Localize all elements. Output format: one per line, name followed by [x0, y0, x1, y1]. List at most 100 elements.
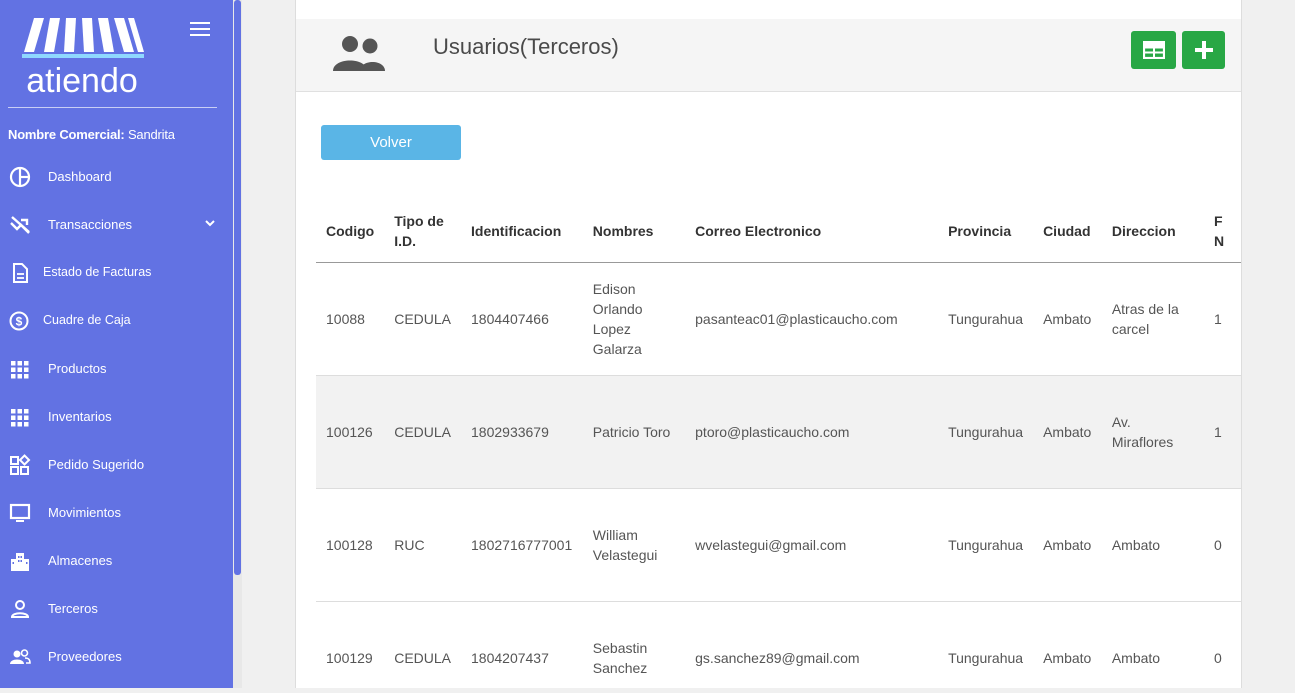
grid-icon	[11, 361, 29, 379]
people-icon	[10, 649, 31, 664]
cell-direccion: Ambato	[1101, 488, 1204, 602]
svg-text:$: $	[16, 315, 23, 329]
cell-nombres: Patricio Toro	[582, 375, 686, 489]
cell-ciudad: Ambato	[1033, 488, 1102, 602]
sidebar-item-label: Inventarios	[48, 409, 112, 424]
col-header[interactable]: Nombres	[582, 200, 686, 263]
sidebar-item-productos[interactable]: Productos	[0, 344, 233, 392]
cell-nombres: Sebastin Sanchez	[582, 601, 686, 688]
cell-extra: 1	[1203, 262, 1241, 376]
table-row[interactable]: 10088 CEDULA 1804407466 Edison Orlando L…	[316, 262, 1241, 376]
cell-provincia: Tungurahua	[938, 375, 1034, 489]
col-header[interactable]: Direccion	[1101, 200, 1204, 263]
sidebar-item-label: Cuadre de Caja	[43, 313, 131, 327]
cell-nombres: Edison Orlando Lopez Galarza	[582, 262, 686, 376]
document-icon	[13, 263, 28, 283]
col-header[interactable]: Tipo de I.D.	[384, 200, 462, 263]
sidebar-divider	[8, 107, 217, 108]
cell-tipo: CEDULA	[384, 601, 462, 688]
sidebar-item-terceros[interactable]: Terceros	[0, 584, 233, 632]
cell-extra: 1	[1203, 375, 1241, 489]
cell-direccion: Av. Miraflores	[1101, 375, 1204, 489]
col-header[interactable]: Provincia	[938, 200, 1034, 263]
sidebar: atiendo Nombre Comercial: Sandrita Dashb…	[0, 0, 242, 688]
hamburger-icon	[190, 22, 210, 24]
widgets-icon	[10, 454, 31, 475]
col-header[interactable]: Codigo	[316, 200, 385, 263]
sidebar-menu: Dashboard Transacciones Estado de Factur…	[0, 152, 233, 680]
cell-correo: wvelastegui@gmail.com	[685, 488, 939, 602]
dashboard-icon	[9, 166, 31, 188]
menu-toggle-button[interactable]	[190, 22, 210, 38]
cell-provincia: Tungurahua	[938, 262, 1034, 376]
cell-identificacion: 1804407466	[461, 262, 583, 376]
cell-correo: ptoro@plasticaucho.com	[685, 375, 939, 489]
dollar-icon: $	[9, 311, 29, 331]
table-row[interactable]: 100126 CEDULA 1802933679 Patricio Toro p…	[316, 375, 1241, 489]
sidebar-item-estado-facturas[interactable]: Estado de Facturas	[0, 248, 233, 296]
sidebar-item-inventarios[interactable]: Inventarios	[0, 392, 233, 440]
sidebar-item-transacciones[interactable]: Transacciones	[0, 200, 233, 248]
export-table-button[interactable]	[1131, 31, 1176, 69]
cell-direccion: Atras de la carcel	[1101, 262, 1204, 376]
col-header[interactable]: Correo Electronico	[685, 200, 939, 263]
cell-direccion: Ambato	[1101, 601, 1204, 688]
building-icon	[11, 553, 29, 571]
cell-identificacion: 1804207437	[461, 601, 583, 688]
sidebar-item-proveedores[interactable]: Proveedores	[0, 632, 233, 680]
cell-provincia: Tungurahua	[938, 488, 1034, 602]
table-icon	[1142, 41, 1165, 59]
card-header: Usuarios(Terceros)	[296, 19, 1241, 92]
table-row[interactable]: 100128 RUC 1802716777001 William Velaste…	[316, 488, 1241, 602]
cell-ciudad: Ambato	[1033, 262, 1102, 376]
page-title: Usuarios(Terceros)	[433, 34, 619, 59]
person-icon	[10, 600, 30, 618]
sidebar-item-label: Dashboard	[48, 169, 112, 184]
grid-icon	[11, 409, 29, 427]
cell-codigo: 100126	[316, 375, 385, 489]
cell-extra: 0	[1203, 601, 1241, 688]
cell-tipo: RUC	[384, 488, 462, 602]
back-button[interactable]: Volver	[321, 125, 461, 160]
sidebar-item-movimientos[interactable]: Movimientos	[0, 488, 233, 536]
brand-text: atiendo	[26, 62, 138, 98]
sidebar-item-label: Transacciones	[48, 217, 133, 232]
commercial-name: Nombre Comercial: Sandrita	[8, 127, 175, 142]
sidebar-scrollbar[interactable]	[233, 0, 242, 688]
chevron-down-icon[interactable]	[203, 216, 217, 230]
sidebar-item-label: Proveedores	[48, 649, 122, 664]
col-header[interactable]: Ciudad	[1033, 200, 1102, 263]
cell-ciudad: Ambato	[1033, 375, 1102, 489]
cell-provincia: Tungurahua	[938, 601, 1034, 688]
sidebar-item-almacenes[interactable]: Almacenes	[0, 536, 233, 584]
cell-tipo: CEDULA	[384, 375, 462, 489]
add-user-button[interactable]	[1182, 31, 1225, 69]
sidebar-item-label: Terceros	[48, 601, 98, 616]
cell-correo: pasanteac01@plasticaucho.com	[685, 262, 939, 376]
cell-correo: gs.sanchez89@gmail.com	[685, 601, 939, 688]
users-icon	[333, 36, 385, 71]
cell-codigo: 100129	[316, 601, 385, 688]
table-row[interactable]: 100129 CEDULA 1804207437 Sebastin Sanche…	[316, 601, 1241, 688]
sidebar-scrollbar-thumb[interactable]	[234, 0, 241, 575]
cell-codigo: 10088	[316, 262, 385, 376]
sidebar-item-label: Productos	[48, 361, 107, 376]
cell-identificacion: 1802716777001	[461, 488, 583, 602]
cell-extra: 0	[1203, 488, 1241, 602]
content-card: Usuarios(Terceros) Volver Codigo Tipo de…	[295, 0, 1242, 688]
table-header-row: Codigo Tipo de I.D. Identificacion Nombr…	[316, 200, 1241, 263]
cell-tipo: CEDULA	[384, 262, 462, 376]
cell-nombres: William Velastegui	[582, 488, 686, 602]
sidebar-item-label: Movimientos	[48, 505, 121, 520]
cell-identificacion: 1802933679	[461, 375, 583, 489]
col-header[interactable]: Identificacion	[461, 200, 583, 263]
col-header[interactable]: F N	[1203, 200, 1241, 263]
users-table: Codigo Tipo de I.D. Identificacion Nombr…	[316, 200, 1241, 688]
sidebar-item-label: Almacenes	[48, 553, 113, 568]
sidebar-item-cuadre-caja[interactable]: $ Cuadre de Caja	[0, 296, 233, 344]
cell-ciudad: Ambato	[1033, 601, 1102, 688]
sidebar-item-dashboard[interactable]: Dashboard	[0, 152, 233, 200]
transactions-icon	[10, 216, 30, 234]
brand-logo: atiendo	[22, 18, 144, 98]
sidebar-item-pedido-sugerido[interactable]: Pedido Sugerido	[0, 440, 233, 488]
